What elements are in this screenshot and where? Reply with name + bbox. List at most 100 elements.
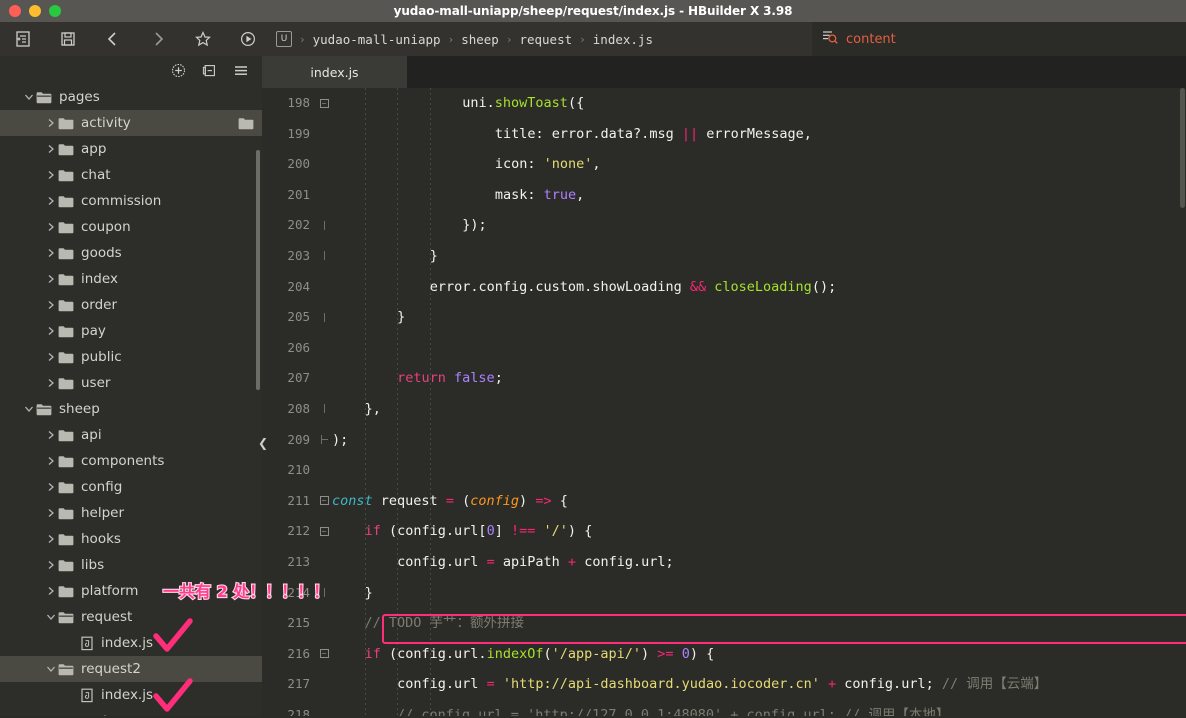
sidebar-scrollbar[interactable]	[256, 150, 260, 390]
chevron-right-icon[interactable]	[44, 162, 58, 188]
tree-item-api[interactable]: api	[0, 422, 262, 448]
tree-item-libs[interactable]: libs	[0, 552, 262, 578]
code-line[interactable]: config.url = 'http://api-dashboard.yudao…	[332, 669, 1186, 700]
tree-item-chat[interactable]: chat	[0, 162, 262, 188]
collapse-panel-icon[interactable]	[202, 63, 217, 78]
forward-arrow-icon[interactable]	[135, 22, 180, 56]
code-line[interactable]: // TODO 芋艹：额外拼接	[332, 608, 1186, 639]
chevron-down-icon[interactable]	[22, 396, 36, 422]
chevron-right-icon[interactable]	[44, 552, 58, 578]
code-line[interactable]: title: error.data?.msg || errorMessage,	[332, 119, 1186, 150]
fold-marker[interactable]: −	[316, 486, 332, 517]
chevron-right-icon[interactable]	[44, 188, 58, 214]
content-search-bar[interactable]: content	[812, 22, 1186, 56]
tree-item-label: coupon	[81, 219, 131, 235]
tree-item-config[interactable]: config	[0, 474, 262, 500]
tree-item-hooks[interactable]: hooks	[0, 526, 262, 552]
chevron-down-icon[interactable]	[44, 604, 58, 630]
code-line[interactable]: icon: 'none',	[332, 149, 1186, 180]
chevron-right-icon[interactable]	[44, 500, 58, 526]
run-icon[interactable]	[225, 22, 270, 56]
tree-item-app[interactable]: app	[0, 136, 262, 162]
code-line[interactable]: const request = (config) => {	[332, 486, 1186, 517]
chevron-right-icon[interactable]	[44, 292, 58, 318]
code-line[interactable]: config.url = apiPath + config.url;	[332, 547, 1186, 578]
tree-item-pages[interactable]: pages	[0, 84, 262, 110]
chevron-right-icon[interactable]	[44, 526, 58, 552]
tree-item-helper[interactable]: helper	[0, 500, 262, 526]
chevron-right-icon[interactable]	[44, 370, 58, 396]
code-line[interactable]: });	[332, 210, 1186, 241]
folder-icon	[36, 91, 52, 104]
tab-index-js[interactable]: index.js	[262, 56, 407, 88]
code-line[interactable]: if (config.url[0] !== '/') {	[332, 516, 1186, 547]
fold-marker[interactable]: −	[316, 516, 332, 547]
chevron-right-icon[interactable]	[44, 344, 58, 370]
code-line[interactable]: },	[332, 394, 1186, 425]
tree-item-index-js[interactable]: index.js	[0, 630, 262, 656]
code-line[interactable]: if (config.url.indexOf('/app-api/') >= 0…	[332, 639, 1186, 670]
tree-item-request[interactable]: request	[0, 604, 262, 630]
chevron-right-icon[interactable]	[44, 136, 58, 162]
chevron-down-icon[interactable]	[22, 84, 36, 110]
code-line[interactable]: mask: true,	[332, 180, 1186, 211]
chevron-down-icon[interactable]	[44, 656, 58, 682]
folder-icon	[58, 351, 74, 364]
tree-item-request2[interactable]: request2	[0, 656, 262, 682]
tree-item-label: order	[81, 297, 117, 313]
tree-item-index[interactable]: index	[0, 266, 262, 292]
tree-item-activity[interactable]: activity	[0, 110, 262, 136]
breadcrumb-item-project[interactable]: yudao-mall-uniapp	[313, 32, 441, 47]
tree-item-sheep[interactable]: sheep	[0, 396, 262, 422]
tree-item-pay[interactable]: pay	[0, 318, 262, 344]
code-line[interactable]: return false;	[332, 363, 1186, 394]
tree-item-commission[interactable]: commission	[0, 188, 262, 214]
line-number: 202	[262, 210, 316, 241]
code-editor[interactable]: 1981992002012022032042052062072082092102…	[262, 88, 1186, 716]
code-line[interactable]	[332, 455, 1186, 486]
breadcrumb-item-request[interactable]: request	[519, 32, 572, 47]
chevron-right-icon[interactable]	[44, 422, 58, 448]
code-line[interactable]: // config.url = 'http://127.0.0.1:48080'…	[332, 700, 1186, 716]
back-arrow-icon[interactable]	[90, 22, 135, 56]
tree-item-index-js[interactable]: index.js	[0, 682, 262, 708]
tree-item-coupon[interactable]: coupon	[0, 214, 262, 240]
star-icon[interactable]	[180, 22, 225, 56]
new-folder-icon[interactable]	[238, 117, 254, 130]
chevron-right-icon[interactable]	[44, 708, 58, 716]
new-file-icon[interactable]	[0, 22, 45, 56]
chevron-right-icon[interactable]	[44, 474, 58, 500]
breadcrumb-item-file[interactable]: index.js	[593, 32, 653, 47]
code-line[interactable]: error.config.custom.showLoading && close…	[332, 272, 1186, 303]
tree-item-goods[interactable]: goods	[0, 240, 262, 266]
code-content[interactable]: uni.showToast({ title: error.data?.msg |…	[332, 88, 1186, 716]
breadcrumb-item-sheep[interactable]: sheep	[461, 32, 499, 47]
code-line[interactable]: }	[332, 241, 1186, 272]
tree-item-router[interactable]: router	[0, 708, 262, 716]
editor-scrollbar[interactable]	[1180, 88, 1185, 208]
code-folding-column[interactable]: −−−−	[316, 88, 332, 716]
code-line[interactable]: }	[332, 578, 1186, 609]
fold-marker[interactable]: −	[316, 88, 332, 119]
chevron-right-icon[interactable]	[44, 448, 58, 474]
chevron-right-icon[interactable]	[44, 110, 58, 136]
tree-item-public[interactable]: public	[0, 344, 262, 370]
code-line[interactable]: }	[332, 302, 1186, 333]
code-line[interactable]: uni.showToast({	[332, 88, 1186, 119]
tree-item-components[interactable]: components	[0, 448, 262, 474]
chevron-right-icon[interactable]	[44, 266, 58, 292]
code-line[interactable]	[332, 333, 1186, 364]
sidebar-resize-handle[interactable]: ❮	[258, 425, 268, 461]
menu-icon[interactable]	[233, 63, 249, 78]
fold-marker[interactable]: −	[316, 639, 332, 670]
chevron-right-icon[interactable]	[44, 318, 58, 344]
chevron-right-icon[interactable]	[44, 214, 58, 240]
chevron-right-icon[interactable]	[44, 240, 58, 266]
line-number: 207	[262, 363, 316, 394]
tree-item-user[interactable]: user	[0, 370, 262, 396]
save-icon[interactable]	[45, 22, 90, 56]
add-icon[interactable]	[171, 63, 186, 78]
tree-item-order[interactable]: order	[0, 292, 262, 318]
code-line[interactable]: );	[332, 425, 1186, 456]
chevron-right-icon[interactable]	[44, 578, 58, 604]
